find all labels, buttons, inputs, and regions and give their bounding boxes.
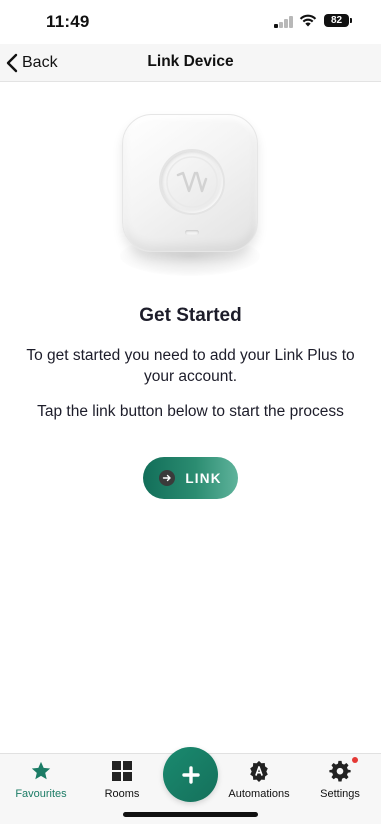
wifi-icon [299, 14, 317, 27]
nav-bar: Back Link Device [0, 44, 381, 82]
add-button[interactable] [163, 747, 218, 802]
status-time: 11:49 [46, 12, 90, 31]
signal-icon [274, 16, 294, 28]
tab-automations[interactable]: Automations [225, 754, 293, 804]
battery-icon: 82 [324, 14, 349, 27]
tab-label: Automations [228, 788, 290, 800]
plus-icon [181, 765, 200, 784]
heading: Get Started [139, 305, 242, 326]
device-image [114, 110, 266, 280]
tab-favourites[interactable]: Favourites [10, 754, 72, 804]
device-body [122, 114, 258, 252]
tab-label: Favourites [15, 788, 67, 800]
device-led [185, 230, 199, 235]
page-title: Link Device [147, 53, 234, 70]
gear-icon [329, 760, 351, 782]
status-bar: 11:49 82 [0, 0, 381, 44]
instruction-text-2: Tap the link button below to start the p… [37, 403, 344, 420]
arrow-right-icon [159, 470, 176, 486]
home-indicator [123, 812, 258, 817]
tab-rooms[interactable]: Rooms [96, 754, 148, 804]
star-icon [30, 760, 52, 782]
tab-label: Settings [320, 788, 360, 800]
tab-label: Rooms [104, 788, 140, 800]
grid-icon [112, 760, 132, 782]
link-button-label: LINK [185, 470, 222, 486]
battery-tip [350, 18, 352, 23]
instruction-text: To get started you need to add your Link… [26, 347, 355, 385]
link-button[interactable]: LINK [143, 457, 238, 499]
device-logo-icon [161, 151, 223, 213]
notification-badge [352, 757, 358, 763]
automation-badge-icon [248, 760, 270, 782]
